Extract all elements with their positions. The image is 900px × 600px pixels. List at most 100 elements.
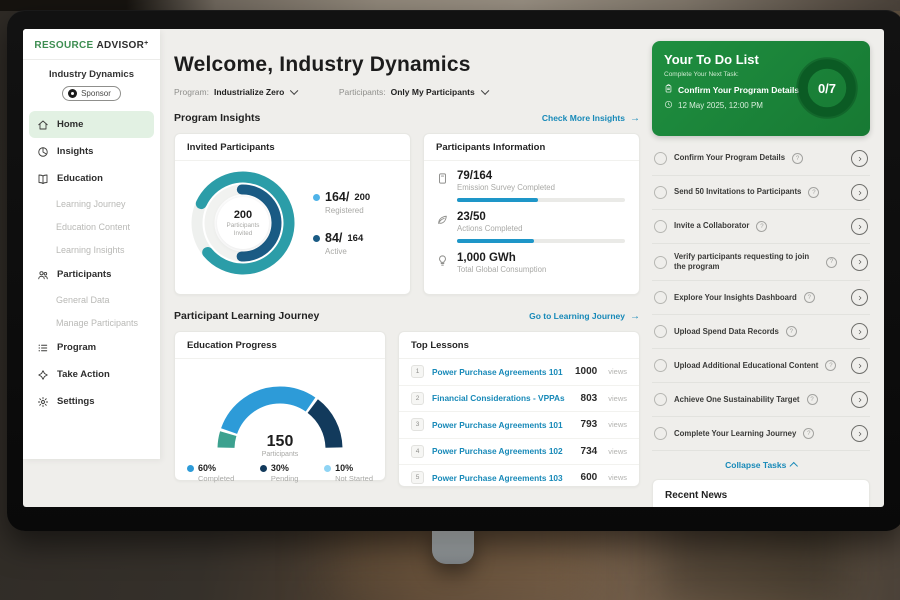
- help-icon[interactable]: ?: [756, 221, 767, 232]
- participants-filter[interactable]: Participants:Only My Participants: [339, 87, 487, 97]
- sidebar-item-program[interactable]: Program: [29, 334, 154, 361]
- lesson-views: 803: [581, 393, 598, 404]
- task-label: Complete Your Learning Journey: [674, 429, 796, 439]
- task-label: Send 50 Invitations to Participants: [674, 187, 801, 197]
- sidebar-item-label: Settings: [57, 396, 94, 407]
- sidebar-item-home[interactable]: Home: [29, 111, 154, 138]
- help-icon[interactable]: ?: [807, 394, 818, 405]
- help-icon[interactable]: ?: [808, 187, 819, 198]
- sponsor-badge: Sponsor: [62, 86, 121, 101]
- lesson-row: 5Power Purchase Agreements 103600views: [399, 465, 639, 491]
- help-icon[interactable]: ?: [792, 153, 803, 164]
- task-go-button[interactable]: [851, 357, 868, 374]
- gauge-legend-label: Pending: [271, 474, 299, 483]
- sidebar-item-education[interactable]: Education: [29, 165, 154, 192]
- task-go-button[interactable]: [851, 391, 868, 408]
- task-checkbox[interactable]: [654, 359, 667, 372]
- help-icon[interactable]: ?: [826, 257, 837, 268]
- top-lessons-title: Top Lessons: [399, 332, 639, 359]
- sidebar-item-label: Home: [57, 119, 83, 130]
- info-row-emission-survey-completed: 79/164Emission Survey Completed: [436, 170, 625, 202]
- task-checkbox[interactable]: [654, 220, 667, 233]
- dashboard-screen: RESOURCEADVISOR+ Industry Dynamics Spons…: [23, 29, 884, 507]
- lesson-title-link[interactable]: Power Purchase Agreements 103: [432, 473, 573, 483]
- invited-legend: 164/200Registered84/164Active: [313, 190, 370, 256]
- check-more-insights-link[interactable]: Check More Insights →: [542, 113, 640, 124]
- brand-word-1: RESOURCE: [34, 40, 93, 51]
- sidebar-item-general-data[interactable]: General Data: [29, 288, 154, 311]
- task-go-button[interactable]: [851, 254, 868, 271]
- task-checkbox[interactable]: [654, 152, 667, 165]
- lesson-views-word: views: [608, 473, 627, 482]
- task-go-button[interactable]: [851, 184, 868, 201]
- info-row-actions-completed: 23/50Actions Completed: [436, 211, 625, 243]
- section-program-insights-title: Program Insights: [174, 112, 260, 124]
- sidebar-item-label: Manage Participants: [56, 318, 138, 328]
- lesson-title-link[interactable]: Power Purchase Agreements 101: [432, 420, 573, 430]
- legend-dot: [313, 235, 320, 242]
- education-progress-legend: 60%Completed30%Pending10%Not Started: [175, 458, 385, 483]
- lesson-title-link[interactable]: Financial Considerations - VPPAs: [432, 393, 573, 403]
- task-row-achieve-one-sustainability-target[interactable]: Achieve One Sustainability Target?: [652, 383, 870, 417]
- legend-value: 84/: [325, 231, 342, 245]
- program-filter[interactable]: Program:Industrialize Zero: [174, 87, 297, 97]
- lesson-rank: 5: [411, 471, 424, 484]
- lesson-title-link[interactable]: Power Purchase Agreements 101: [432, 367, 567, 377]
- task-go-button[interactable]: [851, 289, 868, 306]
- sidebar-item-insights[interactable]: Insights: [29, 138, 154, 165]
- participants-information-title: Participants Information: [424, 134, 639, 161]
- task-go-button[interactable]: [851, 425, 868, 442]
- task-checkbox[interactable]: [654, 256, 667, 269]
- lesson-views: 1000: [575, 366, 597, 377]
- help-icon[interactable]: ?: [804, 292, 815, 303]
- sidebar-item-learning-journey[interactable]: Learning Journey: [29, 192, 154, 215]
- take-action-icon: [37, 369, 49, 381]
- sidebar-item-label: Program: [57, 342, 96, 353]
- task-checkbox[interactable]: [654, 325, 667, 338]
- task-row-explore-your-insights-dashboard[interactable]: Explore Your Insights Dashboard?: [652, 281, 870, 315]
- brand-word-2: ADVISOR: [97, 40, 145, 51]
- lesson-row: 2Financial Considerations - VPPAs803view…: [399, 386, 639, 413]
- task-checkbox[interactable]: [654, 393, 667, 406]
- task-row-upload-additional-educational-content[interactable]: Upload Additional Educational Content?: [652, 349, 870, 383]
- task-go-button[interactable]: [851, 150, 868, 167]
- progress-bar: [457, 239, 625, 243]
- sidebar-item-take-action[interactable]: Take Action: [29, 361, 154, 388]
- gauge-legend-item: 30%Pending: [260, 463, 299, 483]
- gauge-legend-pct: 30%: [271, 463, 289, 473]
- sidebar-divider: [23, 59, 160, 60]
- help-icon[interactable]: ?: [803, 428, 814, 439]
- clipboard-icon: [664, 84, 673, 95]
- task-checkbox[interactable]: [654, 291, 667, 304]
- gauge-center-value: 150: [195, 433, 365, 451]
- help-icon[interactable]: ?: [825, 360, 836, 371]
- clock-icon: [664, 100, 673, 111]
- task-checkbox[interactable]: [654, 427, 667, 440]
- help-icon[interactable]: ?: [786, 326, 797, 337]
- task-go-button[interactable]: [851, 218, 868, 235]
- right-panel: Your To Do List Complete Your Next Task:…: [652, 41, 870, 507]
- sidebar-item-label: General Data: [56, 295, 110, 305]
- task-row-invite-a-collaborator[interactable]: Invite a Collaborator?: [652, 210, 870, 244]
- task-row-confirm-your-program-details[interactable]: Confirm Your Program Details?: [652, 142, 870, 176]
- task-label: Upload Additional Educational Content: [674, 361, 818, 371]
- sidebar-nav: Home InsightsEducationLearning JourneyEdu…: [23, 111, 160, 415]
- card-education-progress: Education Progress 150 Participants 60%C…: [174, 331, 386, 481]
- sidebar-item-settings[interactable]: Settings: [29, 388, 154, 415]
- sidebar-item-education-content[interactable]: Education Content: [29, 215, 154, 238]
- task-row-upload-spend-data-records[interactable]: Upload Spend Data Records?: [652, 315, 870, 349]
- collapse-tasks-link[interactable]: Collapse Tasks: [652, 460, 870, 470]
- sidebar-item-learning-insights[interactable]: Learning Insights: [29, 238, 154, 261]
- sidebar-item-participants[interactable]: Participants: [29, 261, 154, 288]
- task-row-complete-your-learning-journey[interactable]: Complete Your Learning Journey?: [652, 417, 870, 451]
- sidebar-item-manage-participants[interactable]: Manage Participants: [29, 311, 154, 334]
- lesson-title-link[interactable]: Power Purchase Agreements 102: [432, 446, 573, 456]
- info-content: 23/50Actions Completed: [457, 211, 625, 243]
- gauge-center: 150 Participants: [195, 433, 365, 458]
- task-label: Achieve One Sustainability Target: [674, 395, 800, 405]
- task-go-button[interactable]: [851, 323, 868, 340]
- go-to-learning-journey-link[interactable]: Go to Learning Journey →: [529, 311, 640, 322]
- task-row-verify-participants-requesting-to-join-the-program[interactable]: Verify participants requesting to join t…: [652, 244, 870, 281]
- task-row-send-50-invitations-to-participants[interactable]: Send 50 Invitations to Participants?: [652, 176, 870, 210]
- task-checkbox[interactable]: [654, 186, 667, 199]
